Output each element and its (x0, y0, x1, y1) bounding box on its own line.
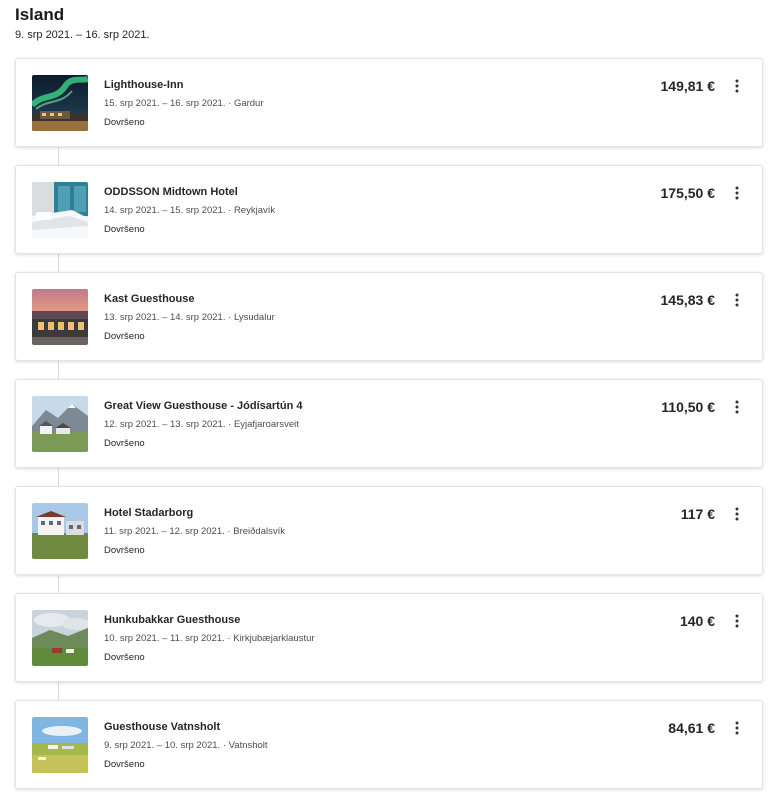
more-options-button[interactable] (728, 504, 746, 524)
stay-dates: 9. srp 2021. – 10. srp 2021. (104, 740, 221, 751)
aurora-photo (32, 75, 88, 131)
hotel-exterior-photo (32, 503, 88, 559)
booking-list: Lighthouse-Inn 15. srp 2021. – 16. srp 2… (15, 58, 763, 807)
sunset-building-photo (32, 289, 88, 345)
stay-dates: 10. srp 2021. – 11. srp 2021. (104, 633, 225, 644)
separator-dot: · (222, 740, 227, 751)
stay-dates: 14. srp 2021. – 15. srp 2021. (104, 205, 226, 216)
stay-location: Kirkjubæjarklaustur (233, 633, 315, 644)
trip-dates: 9. srp 2021. – 16. srp 2021. (15, 29, 150, 41)
more-options-button[interactable] (728, 76, 746, 96)
booking-price: 175,50 € (660, 185, 716, 201)
booking-info: Kast Guesthouse 13. srp 2021. – 14. srp … (104, 292, 275, 343)
stay-location: Lysudalur (233, 312, 275, 323)
stay-dates: 12. srp 2021. – 13. srp 2021. (104, 419, 226, 430)
booking-card[interactable]: Great View Guesthouse - Jódísartún 4 12.… (15, 379, 763, 468)
booking-info: Hotel Stadarborg 11. srp 2021. – 12. srp… (104, 506, 285, 557)
booking-info: ODDSSON Midtown Hotel 14. srp 2021. – 15… (104, 185, 275, 236)
booking-info: Hunkubakkar Guesthouse 10. srp 2021. – 1… (104, 613, 315, 664)
booking-card[interactable]: Lighthouse-Inn 15. srp 2021. – 16. srp 2… (15, 58, 763, 147)
separator-dot: · (227, 633, 231, 644)
stay-location: Gardur (233, 98, 264, 109)
booking-card[interactable]: Kast Guesthouse 13. srp 2021. – 14. srp … (15, 272, 763, 361)
hotel-name[interactable]: Hunkubakkar Guesthouse (104, 613, 315, 627)
green-valley-photo (32, 610, 88, 666)
booking-price: 110,50 € (661, 399, 715, 415)
stay-details: 14. srp 2021. – 15. srp 2021. · Reykjaví… (104, 205, 275, 217)
stay-details: 15. srp 2021. – 16. srp 2021. · Gardur (104, 98, 264, 110)
more-vertical-icon (735, 400, 739, 414)
more-vertical-icon (735, 79, 739, 93)
trip-header: Island 9. srp 2021. – 16. srp 2021. (15, 5, 150, 42)
stay-location: Vatnsholt (228, 740, 268, 751)
booking-card[interactable]: ODDSSON Midtown Hotel 14. srp 2021. – 15… (15, 165, 763, 254)
booking-status: Dovršeno (104, 117, 145, 128)
more-options-button[interactable] (728, 397, 746, 417)
booking-status: Dovršeno (104, 438, 145, 449)
stay-location: Breiðdalsvík (233, 526, 285, 537)
field-farm-photo (32, 717, 88, 773)
hotel-name[interactable]: Hotel Stadarborg (104, 506, 285, 520)
more-options-button[interactable] (728, 183, 746, 203)
stay-details: 12. srp 2021. – 13. srp 2021. · Eyjafjar… (104, 419, 302, 431)
stay-location: Reykjavík (233, 205, 276, 216)
stay-dates: 15. srp 2021. – 16. srp 2021. (104, 98, 226, 109)
booking-info: Great View Guesthouse - Jódísartún 4 12.… (104, 399, 302, 450)
booking-price: 117 € (680, 506, 715, 522)
booking-status: Dovršeno (104, 759, 145, 770)
booking-price: 149,81 € (660, 78, 716, 94)
stay-location: Eyjafjaroarsveit (233, 419, 299, 430)
booking-price: 145,83 € (660, 292, 716, 308)
stay-dates: 13. srp 2021. – 14. srp 2021. (104, 312, 226, 323)
booking-status: Dovršeno (104, 652, 145, 663)
stay-details: 9. srp 2021. – 10. srp 2021. · Vatnsholt (104, 740, 268, 752)
hotel-room-photo (32, 182, 88, 238)
more-options-button[interactable] (728, 718, 746, 738)
separator-dot: · (228, 205, 232, 216)
stay-details: 11. srp 2021. – 12. srp 2021. · Breiðdal… (104, 526, 285, 538)
page-title: Island (15, 5, 65, 24)
stay-dates: 11. srp 2021. – 12. srp 2021. (104, 526, 225, 537)
more-vertical-icon (735, 721, 739, 735)
separator-dot: · (227, 526, 231, 537)
booking-info: Guesthouse Vatnsholt 9. srp 2021. – 10. … (104, 720, 268, 771)
booking-status: Dovršeno (104, 545, 145, 556)
booking-card[interactable]: Hotel Stadarborg 11. srp 2021. – 12. srp… (15, 486, 763, 575)
stay-details: 10. srp 2021. – 11. srp 2021. · Kirkjubæ… (104, 633, 315, 645)
booking-price: 84,61 € (668, 720, 715, 736)
hotel-name[interactable]: Great View Guesthouse - Jódísartún 4 (104, 399, 302, 413)
hotel-name[interactable]: Lighthouse-Inn (104, 78, 264, 92)
booking-card[interactable]: Guesthouse Vatnsholt 9. srp 2021. – 10. … (15, 700, 763, 789)
stay-details: 13. srp 2021. – 14. srp 2021. · Lysudalu… (104, 312, 275, 324)
booking-status: Dovršeno (104, 331, 145, 342)
more-vertical-icon (735, 507, 739, 521)
booking-status: Dovršeno (104, 224, 145, 235)
more-vertical-icon (735, 293, 739, 307)
separator-dot: · (228, 312, 232, 323)
more-vertical-icon (735, 186, 739, 200)
separator-dot: · (228, 419, 232, 430)
booking-info: Lighthouse-Inn 15. srp 2021. – 16. srp 2… (104, 78, 264, 129)
hotel-name[interactable]: Guesthouse Vatnsholt (104, 720, 268, 734)
more-options-button[interactable] (728, 611, 746, 631)
hotel-name[interactable]: Kast Guesthouse (104, 292, 275, 306)
mountain-houses-photo (32, 396, 88, 452)
hotel-name[interactable]: ODDSSON Midtown Hotel (104, 185, 275, 199)
booking-card[interactable]: Hunkubakkar Guesthouse 10. srp 2021. – 1… (15, 593, 763, 682)
separator-dot: · (228, 98, 232, 109)
more-options-button[interactable] (728, 290, 746, 310)
booking-price: 140 € (679, 613, 715, 629)
more-vertical-icon (735, 614, 739, 628)
